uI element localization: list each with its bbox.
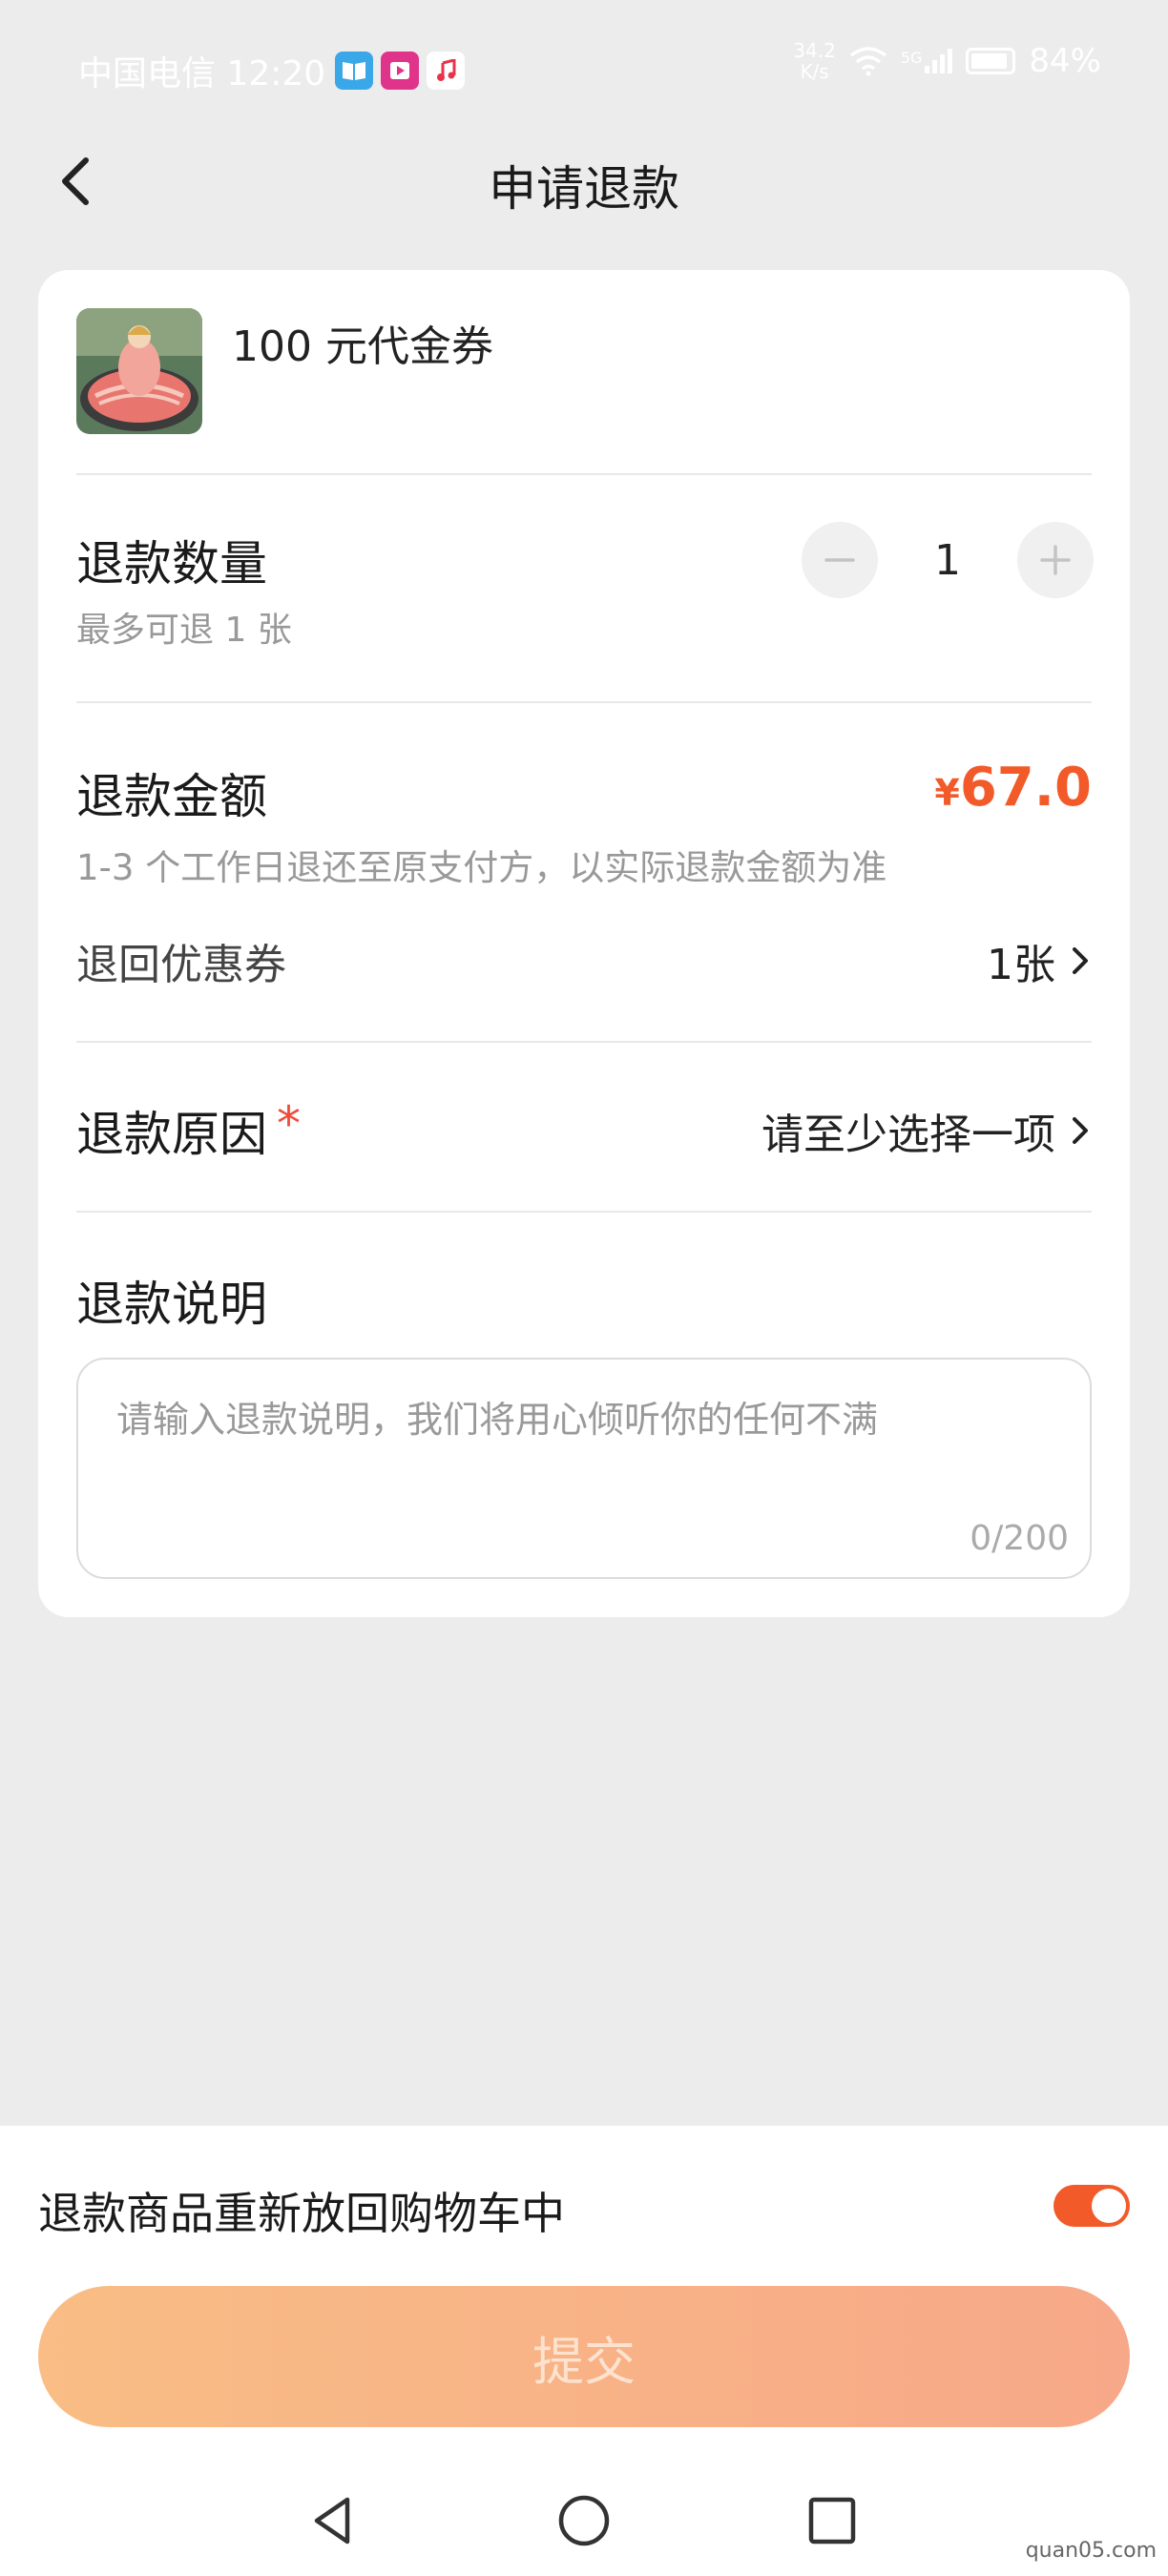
quantity-hint: 最多可退 1 张 — [76, 611, 292, 650]
coupon-label: 退回优惠券 — [76, 941, 286, 989]
toggle-knob — [1092, 2189, 1126, 2223]
header: 申请退款 — [0, 134, 1168, 239]
divider — [76, 701, 1092, 703]
currency-symbol: ¥ — [934, 772, 960, 814]
refund-amount: ¥67.0 — [934, 757, 1092, 819]
net-speed-unit: K/s — [800, 60, 829, 83]
bottom-panel: 退款商品重新放回购物车中 提交 quan05.com — [0, 2126, 1168, 2576]
nav-recents-icon[interactable] — [802, 2490, 863, 2551]
status-bar: 中国电信 12:20 34.2 K/s 5G 84% — [0, 0, 1168, 134]
cart-toggle[interactable] — [1053, 2185, 1130, 2227]
watermark: quan05.com — [1025, 2539, 1157, 2563]
net-speed-value: 34.2 — [793, 39, 836, 62]
chevron-right-icon — [1073, 1117, 1088, 1144]
system-nav-bar: quan05.com — [0, 2463, 1168, 2576]
quantity-stepper: 1 — [802, 522, 1094, 598]
status-right: 34.2 K/s 5G 84% — [793, 40, 1101, 82]
increase-button[interactable] — [1017, 522, 1094, 598]
decrease-button[interactable] — [802, 522, 878, 598]
description-box: 0/200 — [76, 1358, 1092, 1579]
video-app-icon — [381, 52, 420, 90]
description-label: 退款说明 — [76, 1277, 267, 1332]
nav-back-icon[interactable] — [303, 2490, 365, 2551]
nav-home-icon[interactable] — [553, 2490, 615, 2551]
minus-icon — [824, 558, 855, 562]
wifi-icon — [849, 47, 886, 76]
coupon-value: 1张 — [987, 941, 1055, 989]
description-input[interactable] — [115, 1388, 1053, 1526]
carrier-time: 中国电信 12:20 — [78, 54, 326, 93]
page-title: 申请退款 — [489, 161, 679, 217]
quantity-label: 退款数量 — [76, 536, 267, 592]
reason-label-text: 退款原因 — [76, 1107, 267, 1162]
signal-icon: 5G — [901, 49, 953, 73]
required-mark: * — [277, 1096, 301, 1152]
battery-icon — [966, 48, 1016, 74]
divider — [76, 473, 1092, 475]
status-left: 中国电信 12:20 — [78, 46, 466, 95]
quantity-value: 1 — [934, 535, 961, 585]
reason-value: 请至少选择一项 — [761, 1111, 1055, 1159]
amount-value: 67.0 — [959, 757, 1092, 819]
notification-icons — [335, 52, 466, 90]
plus-icon — [1040, 545, 1071, 575]
chevron-right-icon — [1073, 947, 1088, 974]
book-app-icon — [335, 52, 374, 90]
divider — [76, 1211, 1092, 1213]
network-type: 5G — [900, 49, 923, 67]
divider — [76, 1041, 1092, 1043]
refund-form-card: 100 元代金券 退款数量 最多可退 1 张 1 退款金额 ¥67.0 1-3 … — [38, 270, 1130, 1617]
amount-label: 退款金额 — [76, 769, 267, 824]
cart-option-label: 退款商品重新放回购物车中 — [38, 2188, 565, 2239]
coupon-row[interactable]: 1张 — [987, 930, 1092, 991]
music-app-icon — [427, 52, 466, 90]
submit-button[interactable]: 提交 — [38, 2286, 1130, 2427]
amount-note: 1-3 个工作日退还至原支付方，以实际退款金额为准 — [76, 847, 887, 888]
product-image — [76, 308, 202, 434]
reason-selector[interactable]: 请至少选择一项 — [761, 1100, 1092, 1161]
reason-label: 退款原因 * — [76, 1096, 301, 1165]
net-speed: 34.2 K/s — [793, 40, 836, 82]
battery-level: 84% — [1029, 42, 1101, 80]
char-counter: 0/200 — [970, 1519, 1069, 1558]
product-name: 100 元代金券 — [232, 322, 493, 371]
